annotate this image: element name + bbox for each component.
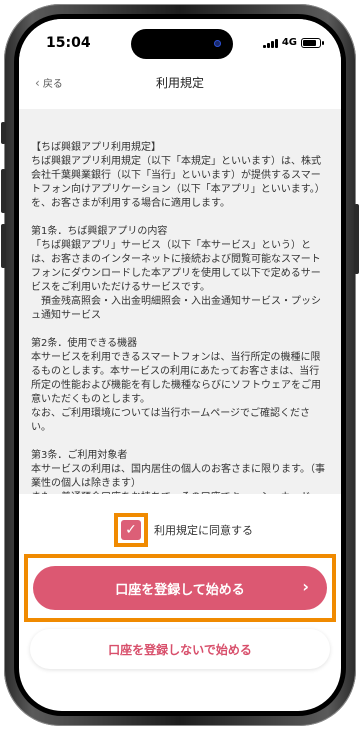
agree-label: 利用規定に同意する [154, 524, 253, 537]
register-button-highlight: 口座を登録して始める › [24, 554, 336, 622]
chevron-right-icon: › [302, 577, 309, 596]
power-button [354, 204, 359, 274]
bezel: 15:04 4G ‹ 戻る 利用規定 【ちば興銀アプリ利用規定】 ちば興銀アプリ… [14, 14, 346, 716]
terms-scroll-area[interactable]: 【ちば興銀アプリ利用規定】 ちば興銀アプリ利用規定（以下「本規定」といいます）は… [19, 109, 341, 494]
network-type: 4G [281, 37, 297, 48]
volume-down-button [1, 224, 6, 268]
register-button-label: 口座を登録して始める [115, 582, 245, 598]
agree-row: ✓ 利用規定に同意する [114, 513, 253, 547]
battery-icon [301, 37, 324, 48]
status-bar: 15:04 4G [19, 19, 341, 65]
volume-up-button [1, 169, 6, 213]
signal-icon [262, 38, 278, 48]
dynamic-island [131, 29, 233, 59]
status-indicators: 4G [262, 37, 324, 48]
terms-text: 【ちば興銀アプリ利用規定】 ちば興銀アプリ利用規定（以下「本規定」といいます）は… [31, 142, 325, 494]
action-button [1, 122, 6, 144]
phone-frame: 15:04 4G ‹ 戻る 利用規定 【ちば興銀アプリ利用規定】 ちば興銀アプリ… [1, 4, 359, 726]
camera-icon [214, 40, 221, 47]
agree-checkbox[interactable]: ✓ [121, 520, 141, 540]
page-title: 利用規定 [155, 76, 204, 90]
start-without-register-button[interactable]: 口座を登録しないで始める [30, 629, 330, 669]
navigation-bar: ‹ 戻る 利用規定 [19, 65, 341, 105]
no-register-button-label: 口座を登録しないで始める [108, 642, 252, 657]
check-icon: ✓ [125, 522, 137, 538]
register-and-start-button[interactable]: 口座を登録して始める › [33, 566, 327, 610]
screen: 15:04 4G ‹ 戻る 利用規定 【ちば興銀アプリ利用規定】 ちば興銀アプリ… [19, 19, 341, 711]
agree-checkbox-highlight: ✓ [114, 513, 148, 547]
status-time: 15:04 [46, 35, 91, 51]
